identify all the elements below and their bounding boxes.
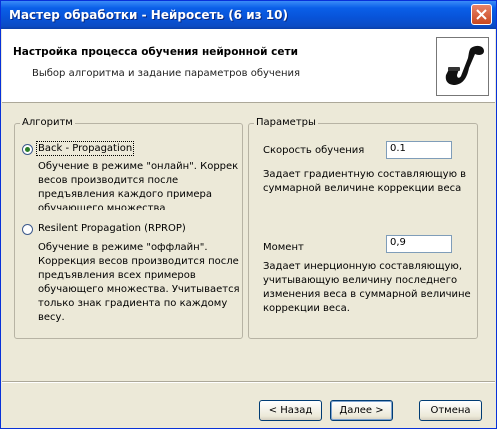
close-button[interactable] [471, 4, 492, 25]
description-line: только знак градиента по каждому [38, 298, 228, 309]
back-button[interactable]: < Назад [259, 400, 322, 421]
title-bar[interactable]: Мастер обработки - Нейросеть (6 из 10) [1, 1, 496, 29]
rprop-description: Обучение в режиме "оффлайн". Коррекция в… [38, 241, 240, 325]
close-icon [476, 9, 487, 20]
description-line: суммарной величине коррекции веса [263, 183, 462, 194]
momentum-label: Момент [263, 242, 304, 253]
page-title: Настройка процесса обучения нейронной се… [13, 46, 298, 58]
algorithm-legend: Алгоритм [20, 117, 75, 128]
learning-rate-description: Задает градиентную составляющую в суммар… [263, 168, 466, 196]
next-button[interactable]: Далее > [330, 400, 393, 421]
description-line: коррекции веса. [263, 303, 350, 314]
learning-rate-label: Скорость обучения [263, 145, 365, 156]
learning-rate-input[interactable]: 0.1 [386, 141, 452, 159]
description-line: Обучение в режиме "онлайн". Коррекция [38, 161, 238, 172]
rprop-radio[interactable] [22, 224, 33, 235]
window-title: Мастер обработки - Нейросеть (6 из 10) [9, 8, 288, 22]
description-line: обучающего множества [38, 203, 166, 210]
parameters-legend: Параметры [254, 117, 318, 128]
description-line: обучающего множества. Учитывается [38, 284, 240, 295]
algorithm-group: Алгоритм Back - Propagation Обучение в р… [14, 117, 243, 339]
radio-selected-dot [25, 147, 30, 152]
description-line: учитывающую величину последнего [263, 275, 458, 286]
wizard-header: Настройка процесса обучения нейронной се… [2, 29, 495, 103]
description-line: предъявления каждого примера [38, 189, 213, 200]
description-line: Задает инерционную составляющую, [263, 261, 463, 272]
wizard-logo [436, 37, 489, 96]
rprop-label[interactable]: Resilent Propagation (RPROP) [38, 223, 186, 234]
backprop-description: Обучение в режиме "онлайн". Коррекция ве… [38, 160, 238, 210]
footer-divider [2, 381, 495, 383]
cancel-button[interactable]: Отмена [419, 400, 482, 421]
backprop-radio[interactable] [22, 144, 33, 155]
description-line: Задает градиентную составляющую в [263, 169, 467, 180]
pipe-icon [445, 45, 484, 85]
description-line: Коррекция весов производится после [38, 256, 239, 267]
description-line: Обучение в режиме "оффлайн". [38, 242, 208, 253]
description-line: предъявления всех примеров [38, 270, 196, 281]
backprop-label[interactable]: Back - Propagation [35, 141, 135, 156]
momentum-description: Задает инерционную составляющую, учитыва… [263, 260, 471, 316]
description-line: весу. [38, 312, 65, 323]
parameters-group: Параметры Скорость обучения 0.1 Задает г… [248, 117, 478, 339]
momentum-input[interactable]: 0,9 [386, 235, 452, 253]
description-line: изменения веса в суммарной величине [263, 289, 471, 300]
description-line: весов производится после [38, 175, 179, 186]
wizard-window: Мастер обработки - Нейросеть (6 из 10) Н… [0, 0, 497, 429]
page-subtitle: Выбор алгоритма и задание параметров обу… [32, 68, 301, 79]
